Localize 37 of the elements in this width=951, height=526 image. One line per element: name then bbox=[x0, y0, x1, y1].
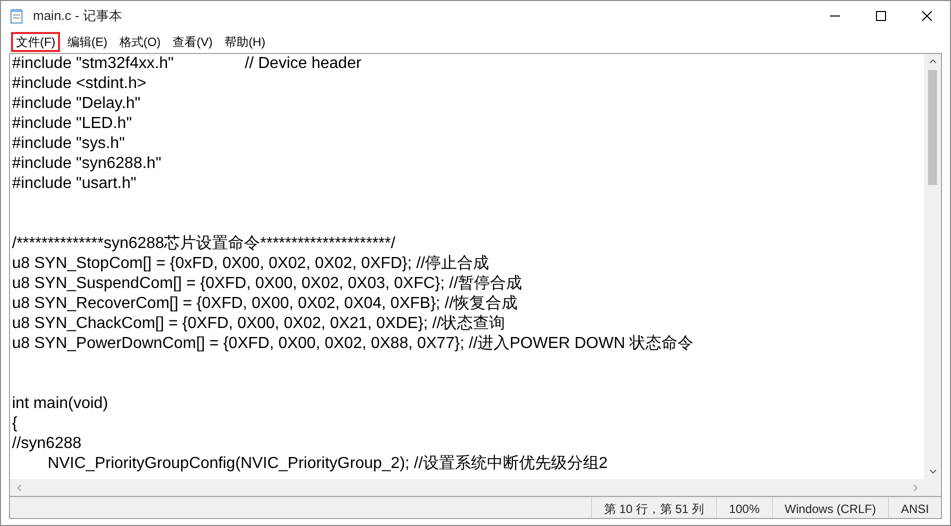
cursor-position: 第 10 行，第 51 列 bbox=[590, 497, 716, 518]
scroll-up-icon[interactable] bbox=[928, 58, 936, 66]
code-line: #include "stm32f4xx.h" // Device header bbox=[12, 54, 362, 74]
code-line: u8 SYN_RecoverCom[] = {0XFD, 0X00, 0X02, 0X04, 0XFB}; //恢复合成 bbox=[12, 294, 519, 314]
code-line: #include "usart.h" bbox=[12, 174, 138, 194]
menu-item[interactable]: 格式(O) bbox=[114, 32, 166, 52]
code-line: u8 SYN_SuspendCom[] = {0XFD, 0X00, 0X02, 0X03, 0XFC}; //暂停合成 bbox=[12, 274, 524, 294]
scrollbar-thumb[interactable] bbox=[928, 70, 937, 185]
window-title: main.c - 记事本 bbox=[33, 7, 123, 26]
menu-item[interactable]: 文件(F) bbox=[11, 32, 60, 52]
code-line: u8 SYN_StopCom[] = {0xFD, 0X00, 0X02, 0X02, 0XFD}; //停止合成 bbox=[12, 254, 490, 274]
menu-item[interactable]: 查看(V) bbox=[168, 32, 218, 52]
menu-item[interactable]: 编辑(E) bbox=[62, 32, 112, 52]
code-line: u8 SYN_ChackCom[] = {0XFD, 0X00, 0X02, 0X21, 0XDE}; //状态查询 bbox=[12, 314, 506, 334]
code-line: int main(void) bbox=[12, 394, 110, 414]
line-ending: Windows (CRLF) bbox=[772, 497, 888, 518]
code-line: #include "LED.h" bbox=[12, 114, 133, 134]
code-line: /**************syn6288芯片设置命令*********************/ bbox=[12, 234, 396, 254]
code-line: u8 SYN_PowerDownCom[] = {0XFD, 0X00, 0X02, 0X88, 0X77}; //进入POWER DOWN 状态命令 bbox=[12, 334, 695, 354]
code-line: #include "Delay.h" bbox=[12, 94, 142, 114]
vertical-scrollbar[interactable] bbox=[924, 54, 941, 479]
encoding: ANSI bbox=[888, 497, 941, 518]
code-line: { bbox=[12, 414, 18, 434]
horizontal-scrollbar[interactable] bbox=[10, 479, 941, 496]
scroll-left-icon[interactable] bbox=[16, 484, 24, 492]
notepad-icon bbox=[9, 8, 25, 24]
zoom-level: 100% bbox=[716, 497, 772, 518]
menu-item[interactable]: 帮助(H) bbox=[220, 32, 270, 52]
code-line: #include <stdint.h> bbox=[12, 74, 148, 94]
code-line: #include "syn6288.h" bbox=[12, 154, 162, 174]
code-line: //syn6288 bbox=[12, 434, 82, 454]
scroll-right-icon[interactable] bbox=[911, 484, 919, 492]
code-line: NVIC_PriorityGroupConfig(NVIC_PriorityGroup_2); //设置系统中断优先级分组2 bbox=[46, 454, 609, 474]
code-line: #include "sys.h" bbox=[12, 134, 126, 154]
scroll-down-icon[interactable] bbox=[928, 467, 936, 475]
maximize-icon bbox=[876, 11, 886, 21]
close-icon bbox=[922, 11, 932, 21]
